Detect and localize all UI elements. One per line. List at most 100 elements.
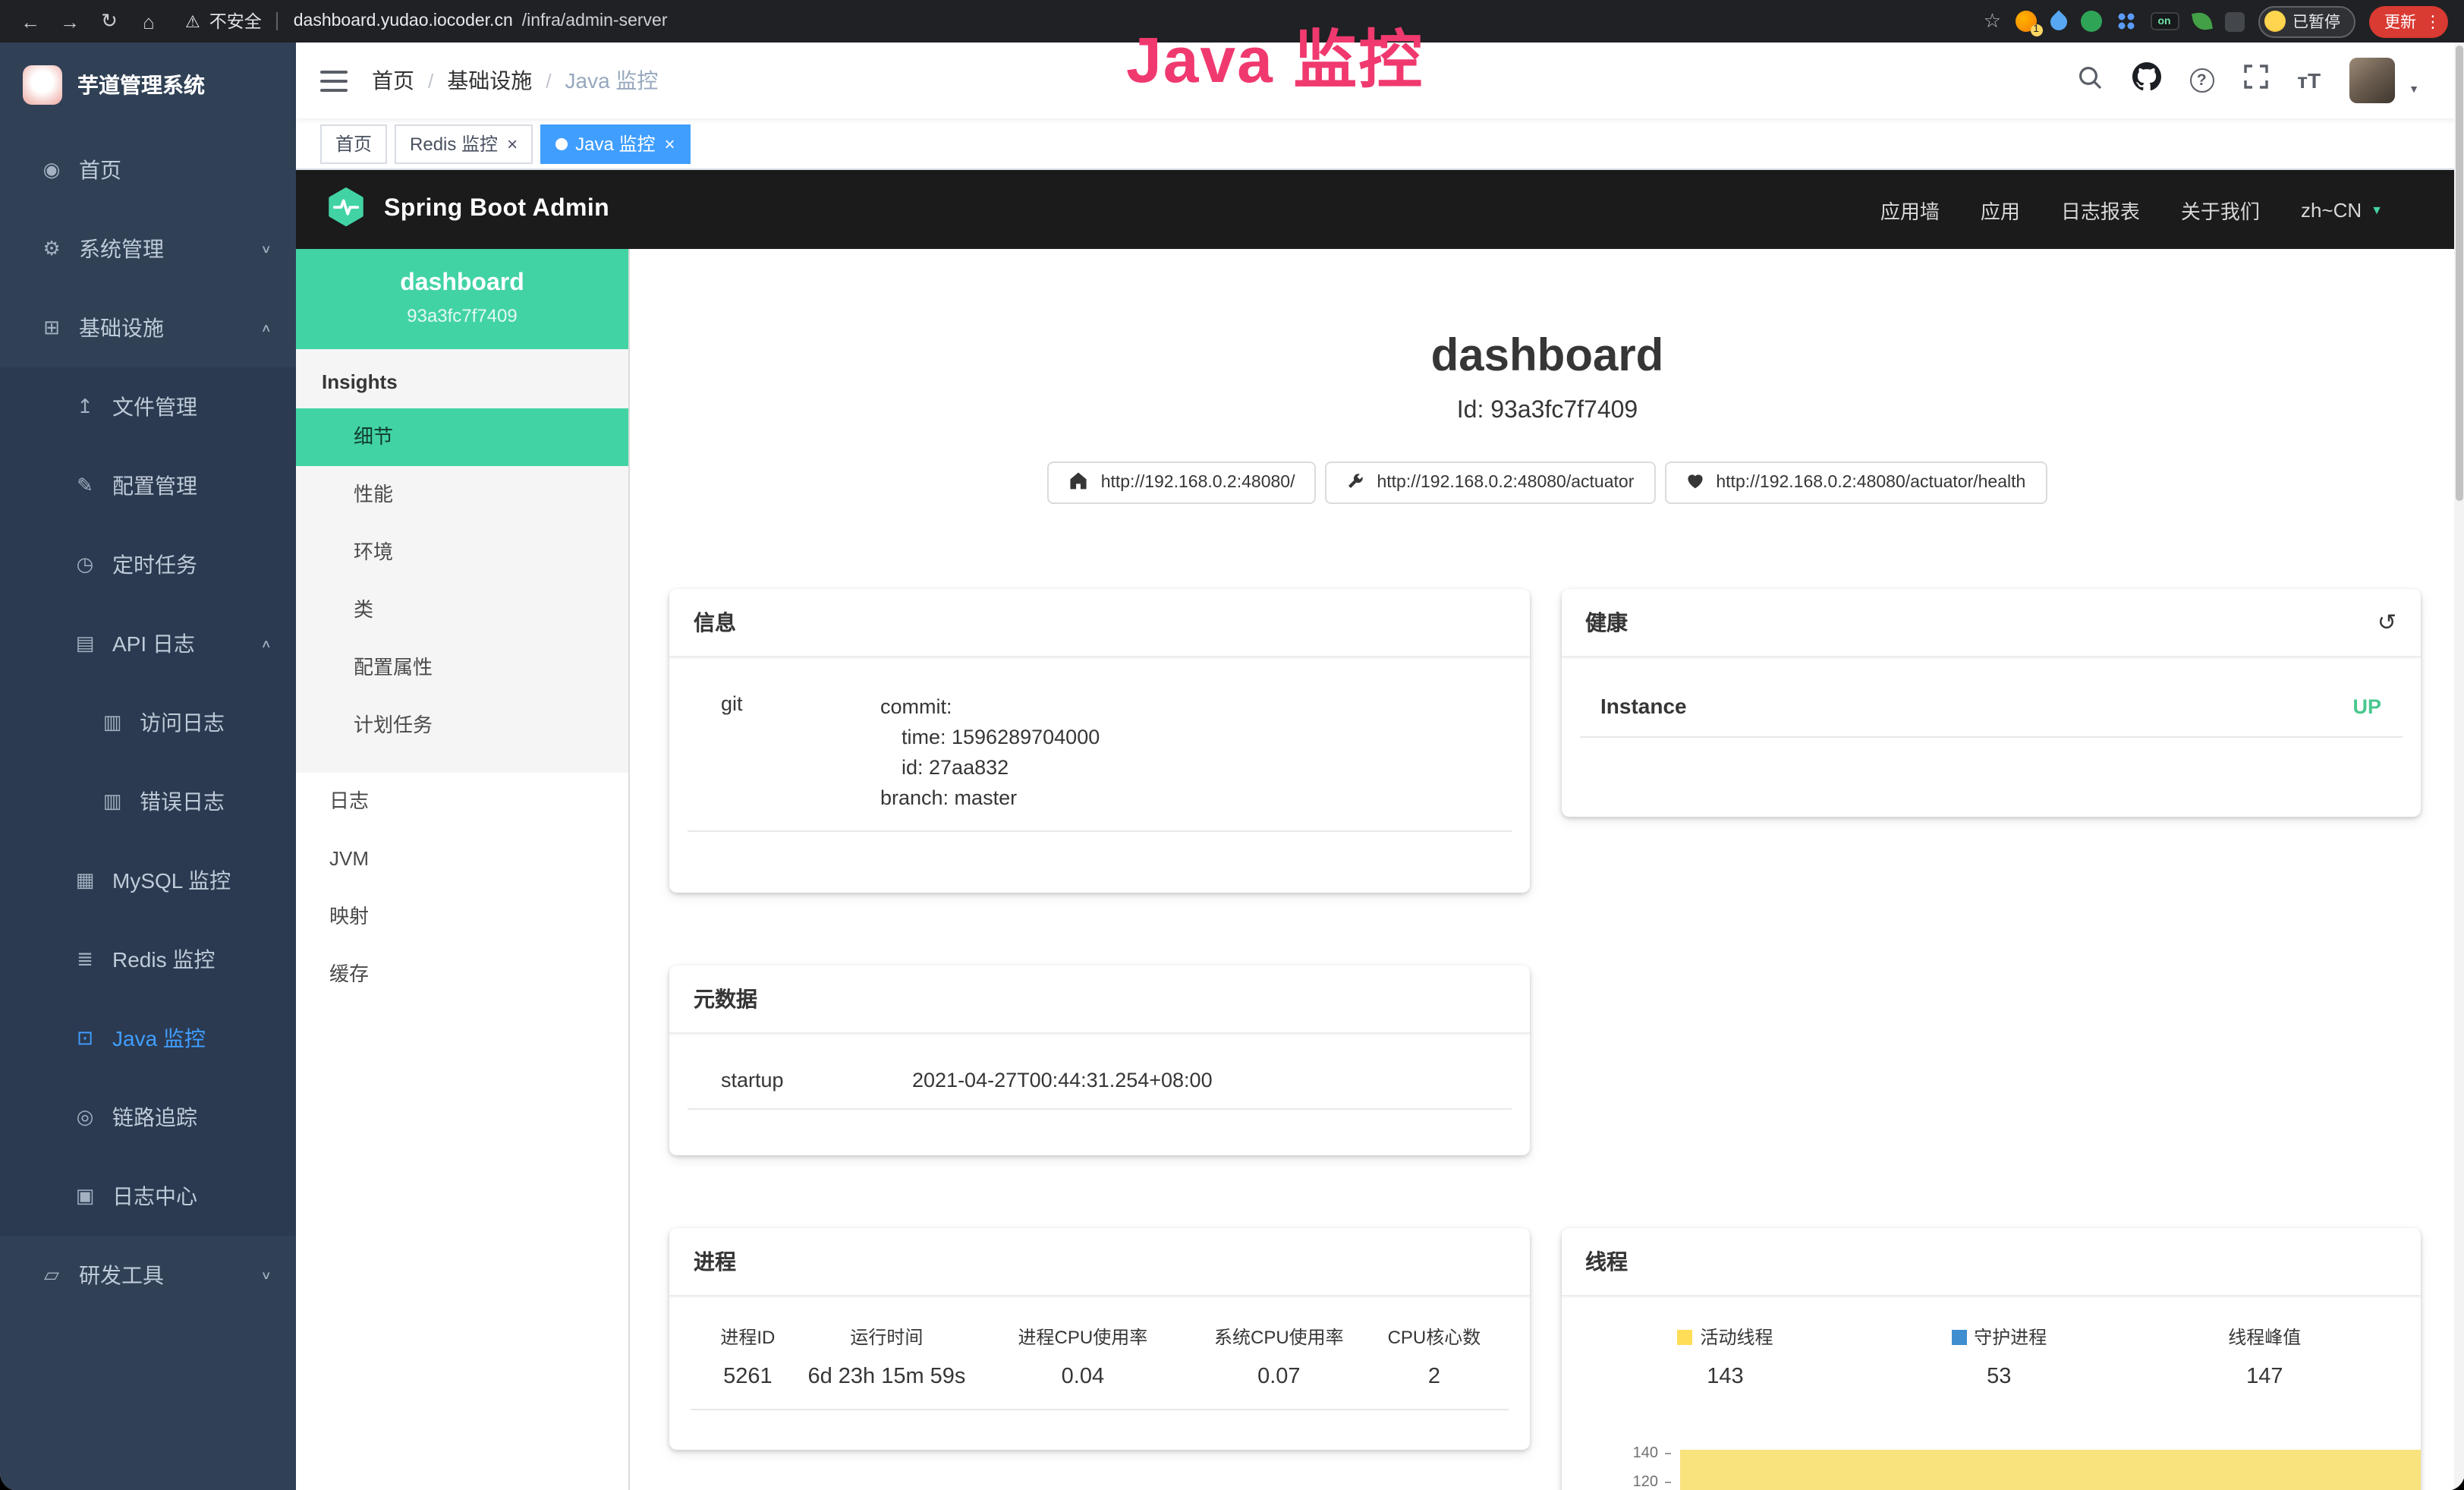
main-content: dashboard Id: 93a3fc7f7409 http://192.16…	[630, 249, 2464, 1490]
tick-mark	[1664, 1481, 1670, 1482]
subnav-item-environment[interactable]: 环境	[296, 524, 628, 581]
sidebar-item-error-logs[interactable]: ▥错误日志	[0, 762, 296, 841]
sidebar-item-log-center[interactable]: ▣ 日志中心	[0, 1157, 296, 1236]
breadcrumb-separator: /	[428, 69, 433, 92]
upload-icon: ↥	[73, 395, 97, 419]
sidebar-item-label: 链路追踪	[112, 1102, 197, 1132]
history-icon[interactable]: ↺	[2377, 609, 2396, 636]
sidebar-item-api-logs[interactable]: ▤API 日志∧	[0, 604, 296, 683]
update-button[interactable]: 更新 ⋮	[2369, 5, 2448, 37]
sba-nav-applications[interactable]: 应用	[1981, 195, 2020, 224]
browser-window: ← → ↻ ⌂ ⚠ 不安全 dashboard.yudao.iocoder.cn…	[0, 0, 2464, 1490]
subnav-item-jvm[interactable]: JVM	[296, 830, 628, 888]
subnav-item-mappings[interactable]: 映射	[296, 888, 628, 946]
chevron-up-icon: ∧	[260, 322, 272, 335]
sidebar-item-scheduled-tasks[interactable]: ◷定时任务	[0, 525, 296, 604]
sidebar-item-tracing[interactable]: ◎链路追踪	[0, 1078, 296, 1157]
instance-header[interactable]: dashboard 93a3fc7f7409	[296, 249, 628, 349]
sidebar-item-access-logs[interactable]: ▥访问日志	[0, 683, 296, 762]
sidebar-item-java-monitor[interactable]: ⊡ Java 监控	[0, 999, 296, 1078]
avatar[interactable]	[2349, 58, 2395, 103]
bookmark-star-icon[interactable]: ☆	[1984, 9, 2001, 33]
extension-drop-icon[interactable]	[2046, 9, 2069, 33]
link-label: http://192.168.0.2:48080/actuator	[1377, 474, 1634, 492]
subnav-item-caches[interactable]: 缓存	[296, 946, 628, 1003]
process-card: 进程 进程ID 运行时间 进程CPU使用率 系统CPU使用率 CPU核心数	[669, 1228, 1529, 1450]
address-bar[interactable]: ⚠ 不安全 dashboard.yudao.iocoder.cn/infra/a…	[185, 9, 668, 33]
logo-avatar-icon	[23, 65, 62, 105]
search-icon[interactable]	[2075, 63, 2103, 98]
sba-nav-wall[interactable]: 应用墙	[1880, 195, 1940, 224]
chevron-down-icon: ∨	[260, 1269, 272, 1282]
tab-java-monitor[interactable]: Java 监控×	[540, 124, 690, 163]
instance-url-button[interactable]: http://192.168.0.2:48080/	[1048, 461, 1317, 504]
sidebar-item-mysql-monitor[interactable]: ▦MySQL 监控	[0, 841, 296, 920]
extension-leaf-icon[interactable]	[2191, 11, 2212, 32]
subnav-item-details[interactable]: 细节	[296, 408, 628, 466]
profile-paused-badge[interactable]: 已暂停	[2258, 5, 2355, 37]
extension-orange-icon[interactable]: 1	[2015, 11, 2036, 32]
sba-brand[interactable]: Spring Boot Admin	[384, 196, 609, 223]
status-badge: UP	[2352, 695, 2381, 717]
sidebar-item-label: 定时任务	[112, 550, 197, 580]
locale-select[interactable]: zh~CN▼	[2301, 198, 2383, 221]
forward-button[interactable]: →	[52, 3, 88, 39]
tab-redis-monitor[interactable]: Redis 监控×	[395, 124, 533, 163]
kebab-menu-icon[interactable]: ⋮	[2424, 11, 2442, 31]
app-sidebar: 芋道管理系统 ◉首页 ⚙系统管理∨ ⊞基础设施∧ ↥文件管理 ✎配置管理 ◷定时…	[0, 43, 296, 1490]
sidebar-item-config-management[interactable]: ✎配置管理	[0, 446, 296, 525]
sidebar-fold-icon[interactable]	[320, 69, 348, 92]
subnav-item-classes[interactable]: 类	[296, 581, 628, 639]
scrollbar-thumb[interactable]	[2456, 46, 2463, 501]
link-label: http://192.168.0.2:48080/	[1101, 474, 1295, 492]
breadcrumb-infrastructure[interactable]: 基础设施	[447, 65, 532, 96]
caret-down-icon: ▼	[2409, 85, 2419, 96]
home-button[interactable]: ⌂	[131, 3, 167, 39]
extension-green-icon[interactable]	[2080, 11, 2101, 32]
sidebar-item-label: 访问日志	[140, 707, 225, 738]
breadcrumb-home[interactable]: 首页	[372, 65, 414, 96]
edit-icon: ✎	[73, 474, 97, 498]
tab-home[interactable]: 首页	[320, 124, 387, 163]
actuator-url-button[interactable]: http://192.168.0.2:48080/actuator	[1325, 461, 1655, 504]
extensions-puzzle-icon[interactable]	[2224, 11, 2244, 31]
table-header-row: 活动线程 守护进程 线程峰值	[1582, 1312, 2399, 1350]
fullscreen-icon[interactable]	[2242, 64, 2268, 97]
github-icon[interactable]	[2132, 62, 2160, 99]
subnav-item-scheduled-tasks[interactable]: 计划任务	[296, 697, 628, 754]
log-center-icon: ▣	[73, 1184, 97, 1208]
reload-button[interactable]: ↻	[91, 3, 127, 39]
sba-nav-about[interactable]: 关于我们	[2181, 195, 2260, 224]
close-icon[interactable]: ×	[507, 134, 518, 153]
extension-grid-icon[interactable]	[2115, 11, 2136, 32]
card-title: 元数据	[694, 984, 757, 1014]
extension-on-switch-icon[interactable]: on	[2150, 12, 2179, 30]
font-size-icon[interactable]: тT	[2297, 68, 2321, 93]
sidebar-item-label: Java 监控	[112, 1023, 206, 1054]
page-subtitle: Id: 93a3fc7f7409	[630, 398, 2464, 425]
card-title: 健康	[1585, 607, 1628, 638]
sidebar-item-label: 日志中心	[112, 1181, 197, 1211]
tick-mark	[1664, 1452, 1670, 1454]
card-title: 进程	[694, 1246, 736, 1277]
sba-nav-journal[interactable]: 日志报表	[2061, 195, 2140, 224]
instance-links: http://192.168.0.2:48080/ http://192.168…	[630, 461, 2464, 504]
sidebar-item-file-management[interactable]: ↥文件管理	[0, 367, 296, 446]
back-button[interactable]: ←	[12, 3, 49, 39]
subnav-item-performance[interactable]: 性能	[296, 466, 628, 524]
monitor-icon: ⊞	[39, 316, 64, 340]
help-icon[interactable]: ?	[2189, 68, 2214, 93]
close-icon[interactable]: ×	[664, 134, 675, 153]
health-url-button[interactable]: http://192.168.0.2:48080/actuator/health	[1664, 461, 2047, 504]
sidebar-item-infrastructure[interactable]: ⊞基础设施∧	[0, 288, 296, 367]
heart-icon	[1685, 471, 1704, 494]
subnav-item-logs[interactable]: 日志	[296, 773, 628, 830]
sidebar-item-dev-tools[interactable]: ▱研发工具∨	[0, 1236, 296, 1315]
sidebar-item-home[interactable]: ◉首页	[0, 131, 296, 209]
java-monitor-icon: ⊡	[73, 1026, 97, 1051]
app-logo[interactable]: 芋道管理系统	[0, 43, 296, 128]
sidebar-item-system[interactable]: ⚙系统管理∨	[0, 209, 296, 288]
subnav-item-config-props[interactable]: 配置属性	[296, 639, 628, 697]
sidebar-item-label: 研发工具	[79, 1260, 164, 1290]
sidebar-item-redis-monitor[interactable]: ≣Redis 监控	[0, 920, 296, 999]
